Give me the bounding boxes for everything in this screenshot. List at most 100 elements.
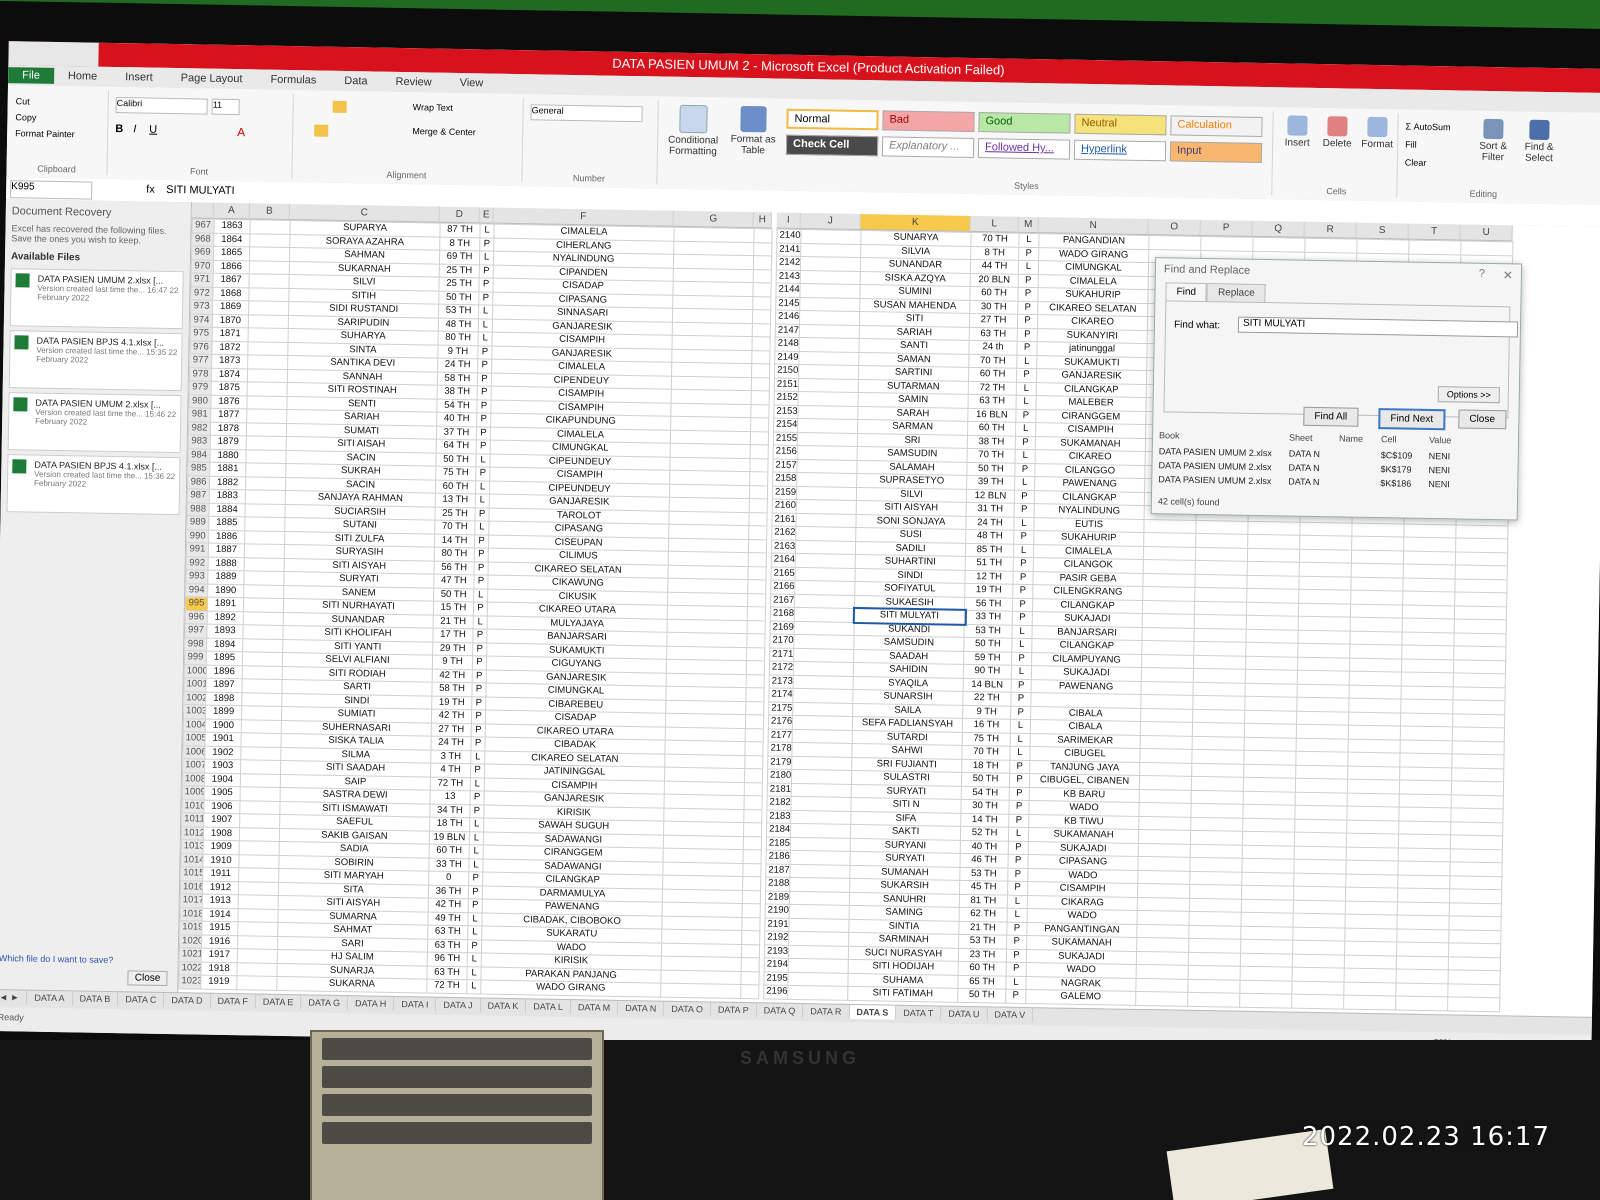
cell[interactable]: [1400, 699, 1453, 714]
column-header[interactable]: B: [249, 203, 290, 221]
cell[interactable]: [1344, 927, 1397, 942]
tab-file[interactable]: File: [8, 67, 55, 84]
cell[interactable]: [1240, 939, 1293, 954]
cell[interactable]: P: [467, 939, 482, 954]
cell[interactable]: [240, 732, 282, 747]
cell[interactable]: P: [479, 264, 494, 279]
cell[interactable]: [669, 497, 750, 513]
cell[interactable]: P: [476, 399, 492, 414]
cell[interactable]: [1138, 815, 1191, 831]
cell[interactable]: 2147: [775, 323, 800, 338]
column-header[interactable]: M: [1018, 216, 1039, 234]
cell[interactable]: 2153: [773, 404, 799, 419]
format-painter-button[interactable]: Format Painter: [15, 125, 99, 142]
cell[interactable]: L: [466, 979, 481, 994]
results-column-header[interactable]: Name: [1339, 433, 1363, 443]
cell[interactable]: P: [473, 601, 488, 616]
cell[interactable]: [744, 741, 764, 756]
cell[interactable]: [1451, 767, 1504, 782]
cell[interactable]: [667, 605, 748, 621]
cell[interactable]: 72 TH: [968, 380, 1017, 396]
cell[interactable]: P: [475, 466, 490, 481]
tab-page-layout[interactable]: Page Layout: [167, 70, 257, 88]
cell[interactable]: [1246, 574, 1300, 590]
cell[interactable]: 20 BLN: [970, 272, 1019, 288]
cell[interactable]: 53 TH: [959, 866, 1008, 882]
cell[interactable]: [1143, 559, 1196, 574]
cell[interactable]: [790, 796, 852, 811]
cell[interactable]: [661, 915, 743, 931]
cell[interactable]: 1899: [205, 705, 242, 720]
cell[interactable]: [246, 435, 287, 451]
cell[interactable]: [792, 728, 853, 744]
cell[interactable]: [1244, 736, 1297, 752]
copy-button[interactable]: Copy: [15, 109, 99, 126]
cell[interactable]: [753, 269, 772, 283]
sheet-tab[interactable]: DATA S: [849, 1004, 897, 1020]
cell[interactable]: [789, 904, 850, 919]
cell[interactable]: [1200, 236, 1254, 251]
cell[interactable]: [1293, 899, 1346, 915]
cell[interactable]: [244, 530, 285, 545]
cell[interactable]: 56 TH: [434, 560, 475, 575]
cell[interactable]: 2166: [770, 579, 795, 594]
cell[interactable]: 12 TH: [964, 569, 1014, 585]
cell[interactable]: [661, 929, 742, 945]
cell[interactable]: 8 TH: [439, 236, 480, 251]
cell[interactable]: P: [1014, 462, 1036, 477]
cell[interactable]: P: [479, 237, 494, 252]
cell[interactable]: [1297, 643, 1350, 658]
cell[interactable]: P: [1016, 341, 1038, 356]
cell[interactable]: P: [1009, 773, 1030, 788]
cell[interactable]: [743, 809, 762, 823]
cell[interactable]: [1135, 977, 1189, 993]
cell[interactable]: P: [472, 628, 488, 643]
cell[interactable]: 2159: [772, 485, 797, 500]
cell[interactable]: [797, 418, 858, 433]
cell[interactable]: [795, 512, 857, 528]
cell[interactable]: P: [1013, 557, 1034, 572]
cell[interactable]: 17 TH: [432, 628, 474, 643]
cell[interactable]: [247, 354, 288, 370]
cell[interactable]: P: [473, 574, 489, 589]
cell[interactable]: [661, 942, 742, 958]
cell[interactable]: [1243, 750, 1297, 765]
cell[interactable]: [249, 219, 291, 235]
cell[interactable]: [241, 678, 283, 693]
cell[interactable]: L: [479, 250, 494, 265]
cell[interactable]: 53 TH: [964, 623, 1013, 639]
cell[interactable]: 30 TH: [960, 799, 1010, 814]
result-row[interactable]: DATA PASIEN UMUM 2.xlsx DATA N $K$186 NENI: [1158, 474, 1510, 489]
cell[interactable]: 2167: [770, 593, 795, 608]
cell[interactable]: 8 TH: [970, 245, 1019, 261]
cell[interactable]: [1137, 856, 1191, 871]
cell[interactable]: 44 TH: [970, 259, 1019, 274]
cell[interactable]: L: [478, 304, 493, 319]
cell[interactable]: [1242, 804, 1296, 819]
cell[interactable]: [1297, 683, 1350, 699]
cell[interactable]: [672, 294, 753, 310]
cell[interactable]: [1344, 954, 1397, 969]
cell[interactable]: L: [1016, 381, 1037, 396]
cell[interactable]: [1291, 994, 1344, 1009]
cell[interactable]: [665, 726, 746, 742]
cell[interactable]: 96 TH: [427, 952, 468, 967]
cell[interactable]: 1898: [205, 691, 242, 706]
cell[interactable]: [1189, 897, 1242, 913]
cell[interactable]: [749, 485, 768, 499]
cell[interactable]: P: [1008, 813, 1029, 828]
cell[interactable]: [237, 935, 278, 950]
cell[interactable]: [741, 917, 761, 931]
cell[interactable]: 1870: [212, 313, 249, 328]
style-followed-hyperlink[interactable]: Followed Hy...: [977, 138, 1071, 160]
cell[interactable]: [1189, 911, 1242, 926]
cell[interactable]: [789, 863, 851, 879]
style-good[interactable]: Good: [978, 112, 1071, 134]
cell[interactable]: 1905: [204, 786, 241, 801]
cell[interactable]: [1193, 654, 1246, 670]
cell[interactable]: 1864: [213, 232, 250, 247]
cell[interactable]: [665, 699, 746, 715]
cell[interactable]: [748, 525, 767, 540]
cell[interactable]: 2194: [764, 957, 789, 972]
cell[interactable]: [1195, 560, 1248, 575]
